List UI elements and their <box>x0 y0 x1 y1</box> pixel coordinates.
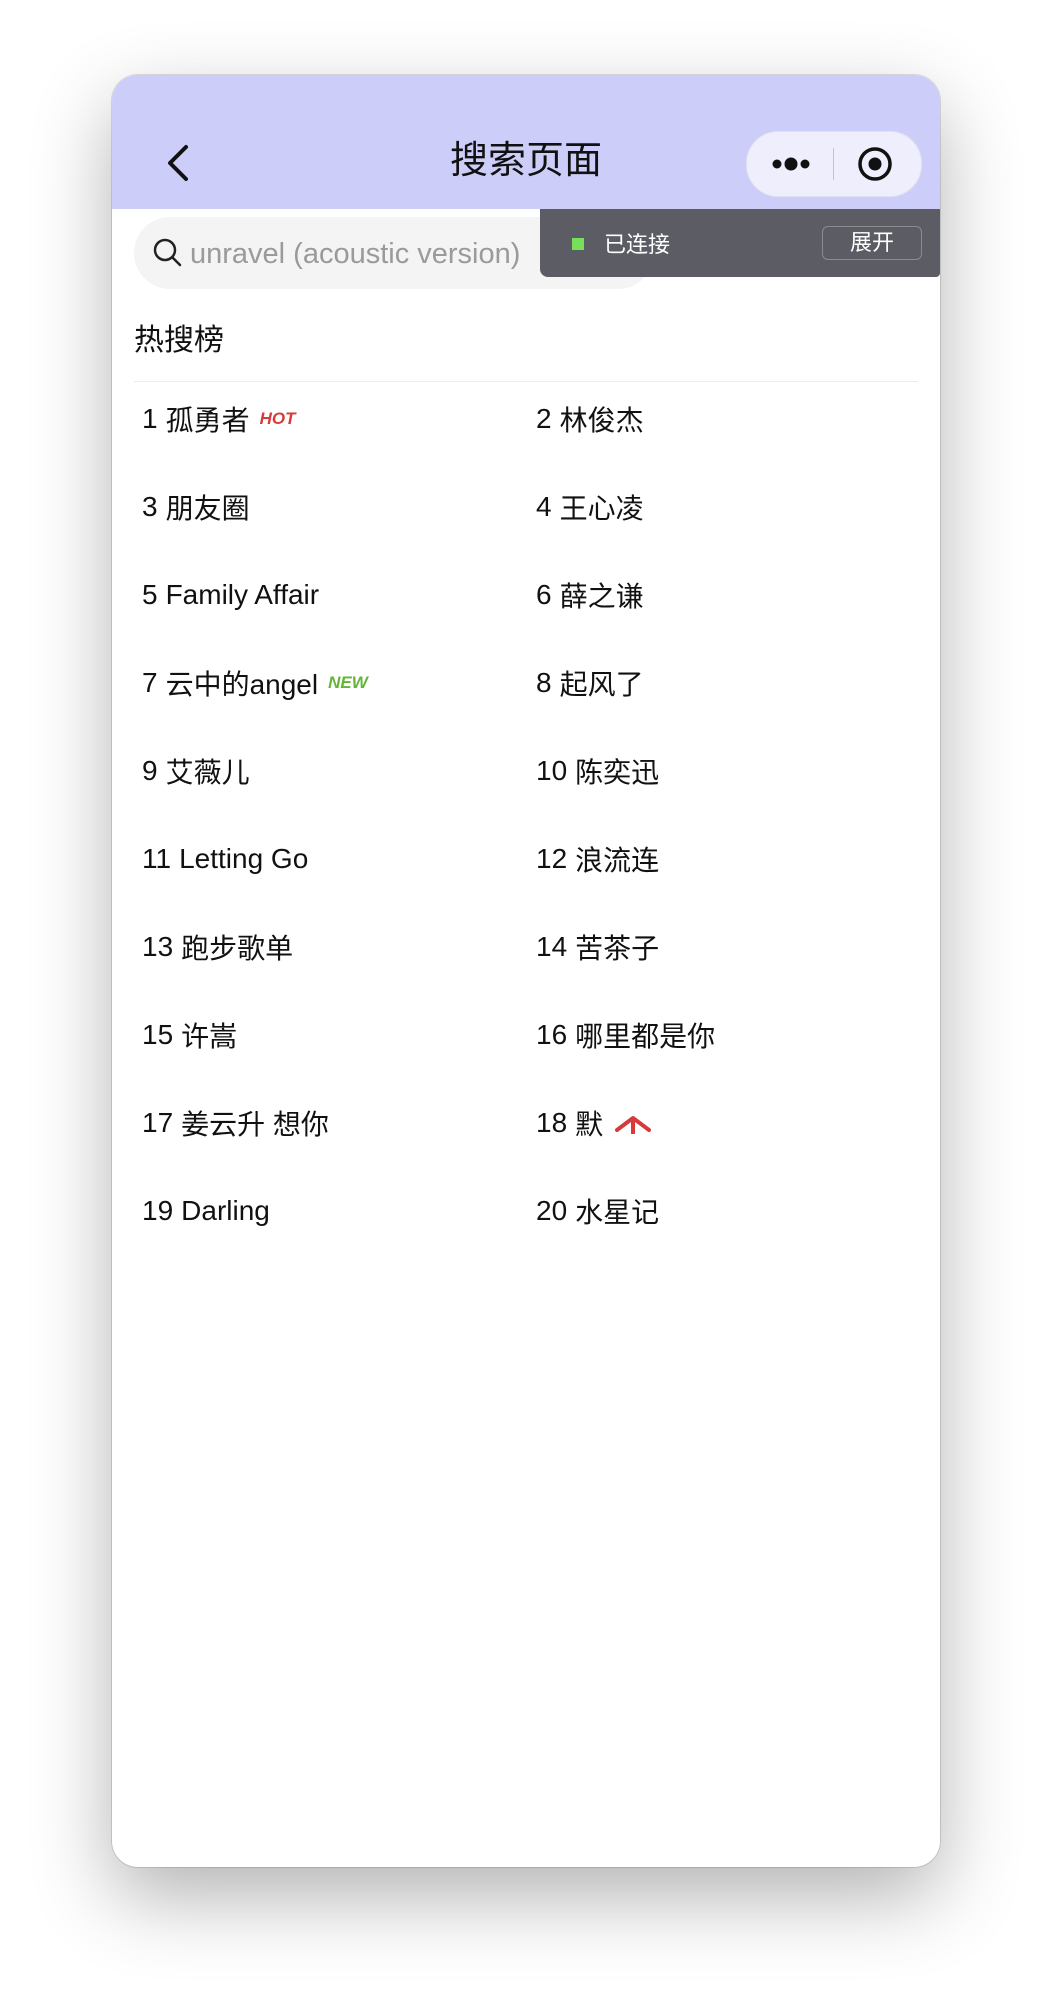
hot-search-item[interactable]: 16 哪里都是你 <box>536 1005 715 1065</box>
mini-program-capsule <box>746 131 922 197</box>
navigation-bar: 搜索页面 <box>112 75 940 209</box>
hot-badge: HOT <box>259 409 296 428</box>
hot-search-rank: 6 <box>536 579 552 610</box>
more-dots-icon <box>772 157 810 171</box>
hot-search-keyword: Family Affair <box>165 579 320 610</box>
connection-status-dot <box>572 238 584 250</box>
search-input[interactable] <box>188 227 592 281</box>
hot-search-keyword: 王心凌 <box>559 493 644 524</box>
hot-search-item[interactable]: 11 Letting Go <box>142 829 308 889</box>
hot-search-keyword: 浪流连 <box>575 845 660 876</box>
hot-search-item[interactable]: 20 水星记 <box>536 1181 659 1241</box>
hot-search-item[interactable]: 12 浪流连 <box>536 829 659 889</box>
target-circle-icon <box>858 147 892 181</box>
hot-search-item[interactable]: 6 薛之谦 <box>536 565 644 625</box>
hot-search-rank: 9 <box>142 755 158 786</box>
hot-search-rank: 18 <box>536 1107 568 1138</box>
hot-search-keyword: Darling <box>181 1195 270 1226</box>
search-icon <box>153 238 182 267</box>
hot-search-item[interactable]: 13 跑步歌单 <box>142 917 293 977</box>
hot-search-rank: 7 <box>142 667 158 698</box>
hot-search-item[interactable]: 3 朋友圈 <box>142 477 250 537</box>
hot-search-rank: 1 <box>142 403 158 434</box>
hot-search-item[interactable]: 2 林俊杰 <box>536 389 644 449</box>
hot-search-keyword: 哪里都是你 <box>575 1021 716 1052</box>
hot-search-keyword: 薛之谦 <box>559 581 644 612</box>
section-divider <box>134 381 918 382</box>
hot-search-rank: 8 <box>536 667 552 698</box>
hot-search-keyword: 许嵩 <box>181 1021 238 1052</box>
hot-search-rank: 3 <box>142 491 158 522</box>
hot-search-rank: 4 <box>536 491 552 522</box>
hot-search-keyword: 朋友圈 <box>165 493 250 524</box>
hot-search-rank: 16 <box>536 1019 568 1050</box>
hot-search-item[interactable]: 7 云中的angel NEW <box>142 653 368 713</box>
hot-search-keyword: 林俊杰 <box>559 405 644 436</box>
connection-status-text: 已连接 <box>604 232 671 257</box>
hot-search-rank: 10 <box>536 755 568 786</box>
hot-search-rank: 19 <box>142 1195 174 1226</box>
hot-search-title: 热搜榜 <box>134 324 224 357</box>
hot-search-rank: 12 <box>536 843 568 874</box>
hot-search-rank: 14 <box>536 931 568 962</box>
hot-search-item[interactable]: 9 艾薇儿 <box>142 741 250 801</box>
capsule-divider <box>833 148 834 180</box>
hot-search-item[interactable]: 14 苦茶子 <box>536 917 659 977</box>
hot-search-keyword: 陈奕迅 <box>575 757 660 788</box>
up-arrow-icon <box>615 1116 652 1134</box>
hot-search-item[interactable]: 17 姜云升 想你 <box>142 1093 329 1153</box>
hot-search-rank: 17 <box>142 1107 174 1138</box>
hot-search-rank: 15 <box>142 1019 174 1050</box>
hot-search-keyword: 姜云升 想你 <box>181 1109 329 1140</box>
hot-search-keyword: 艾薇儿 <box>165 757 250 788</box>
hot-search-rank: 20 <box>536 1195 568 1226</box>
close-mini-program-button[interactable] <box>835 132 921 196</box>
hot-search-keyword: 云中的angel <box>165 669 319 700</box>
new-badge: NEW <box>328 673 368 692</box>
debug-connection-panel: 已连接 展开 <box>540 209 940 277</box>
hot-search-rank: 13 <box>142 931 174 962</box>
hot-search-rank: 11 <box>142 843 172 874</box>
expand-button[interactable]: 展开 <box>822 226 922 260</box>
hot-search-item[interactable]: 4 王心凌 <box>536 477 644 537</box>
hot-search-item[interactable]: 10 陈奕迅 <box>536 741 659 801</box>
hot-search-keyword: 默 <box>575 1109 604 1140</box>
hot-search-item[interactable]: 18 默 <box>536 1093 652 1153</box>
hot-search-item[interactable]: 8 起风了 <box>536 653 644 713</box>
hot-search-keyword: 孤勇者 <box>165 405 250 436</box>
hot-search-item[interactable]: 19 Darling <box>142 1181 270 1241</box>
hot-search-keyword: 水星记 <box>575 1197 660 1228</box>
hot-search-rank: 2 <box>536 403 552 434</box>
hot-search-rank: 5 <box>142 579 158 610</box>
hot-search-keyword: 起风了 <box>559 669 644 700</box>
hot-search-item[interactable]: 1 孤勇者 HOT <box>142 389 295 449</box>
hot-search-item[interactable]: 5 Family Affair <box>142 565 319 625</box>
hot-search-keyword: 跑步歌单 <box>181 933 294 964</box>
more-button[interactable] <box>747 132 833 196</box>
hot-search-item[interactable]: 15 许嵩 <box>142 1005 237 1065</box>
hot-search-keyword: Letting Go <box>179 843 309 874</box>
phone-frame: 搜索页面 unravel (acoustic version) 已连接 展开 热… <box>112 75 940 1867</box>
hot-search-keyword: 苦茶子 <box>575 933 660 964</box>
